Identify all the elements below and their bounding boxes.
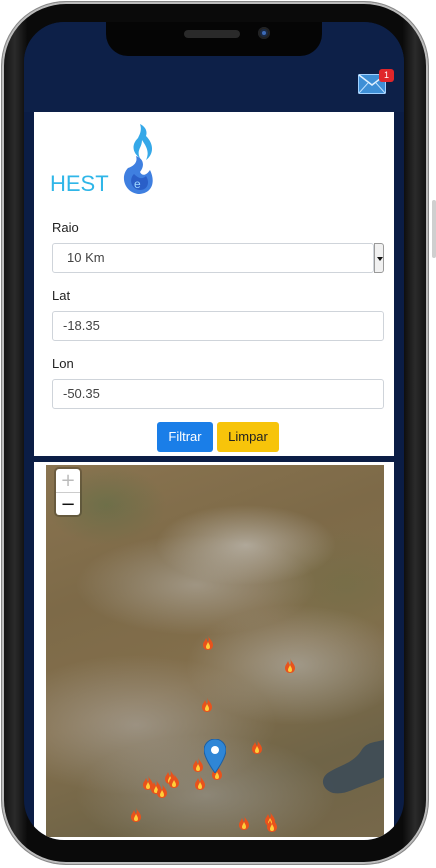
satellite-map[interactable]: + − (46, 465, 384, 837)
fire-icon[interactable] (156, 783, 168, 798)
fire-icon[interactable] (130, 807, 142, 822)
notification-badge: 1 (379, 69, 394, 82)
filter-panel: HEST e Raio 10 Km Lat -18.35 Lon -50.35 … (34, 112, 394, 456)
filter-button[interactable]: Filtrar (157, 422, 213, 452)
raio-label: Raio (52, 220, 79, 235)
phone-notch (106, 22, 322, 56)
phone-side-button (432, 200, 436, 258)
map-pin-icon[interactable] (204, 739, 226, 773)
zoom-out-button[interactable]: − (56, 493, 80, 516)
fire-icon[interactable] (192, 757, 204, 772)
fire-icon[interactable] (251, 739, 263, 754)
speaker-grille (184, 30, 240, 38)
map-container: + − (34, 462, 394, 840)
lon-label: Lon (52, 356, 74, 371)
fire-icon[interactable] (194, 775, 206, 790)
fire-icon[interactable] (201, 697, 213, 712)
fire-icon[interactable] (202, 635, 214, 650)
hestia-logo: HEST e (50, 124, 153, 196)
svg-text:e: e (134, 177, 141, 191)
fire-icon[interactable] (168, 773, 180, 788)
lat-label: Lat (52, 288, 71, 303)
lake-area (323, 739, 384, 794)
fire-icon[interactable] (284, 658, 296, 673)
fire-icon[interactable] (266, 817, 278, 832)
zoom-in-button[interactable]: + (56, 469, 80, 493)
clear-button[interactable]: Limpar (217, 422, 279, 452)
zoom-control: + − (56, 469, 80, 515)
chevron-down-icon[interactable] (374, 243, 384, 273)
lat-input[interactable]: -18.35 (52, 311, 384, 341)
lon-input[interactable]: -50.35 (52, 379, 384, 409)
raio-select[interactable]: 10 Km (52, 243, 384, 273)
front-camera (258, 27, 270, 39)
logo-text: HEST (50, 171, 109, 196)
raio-select-value[interactable]: 10 Km (52, 243, 374, 273)
phone-screen: 1 HEST e Raio 10 Km Lat -18.35 Lon -50.3… (24, 22, 404, 840)
fire-icon[interactable] (238, 815, 250, 830)
